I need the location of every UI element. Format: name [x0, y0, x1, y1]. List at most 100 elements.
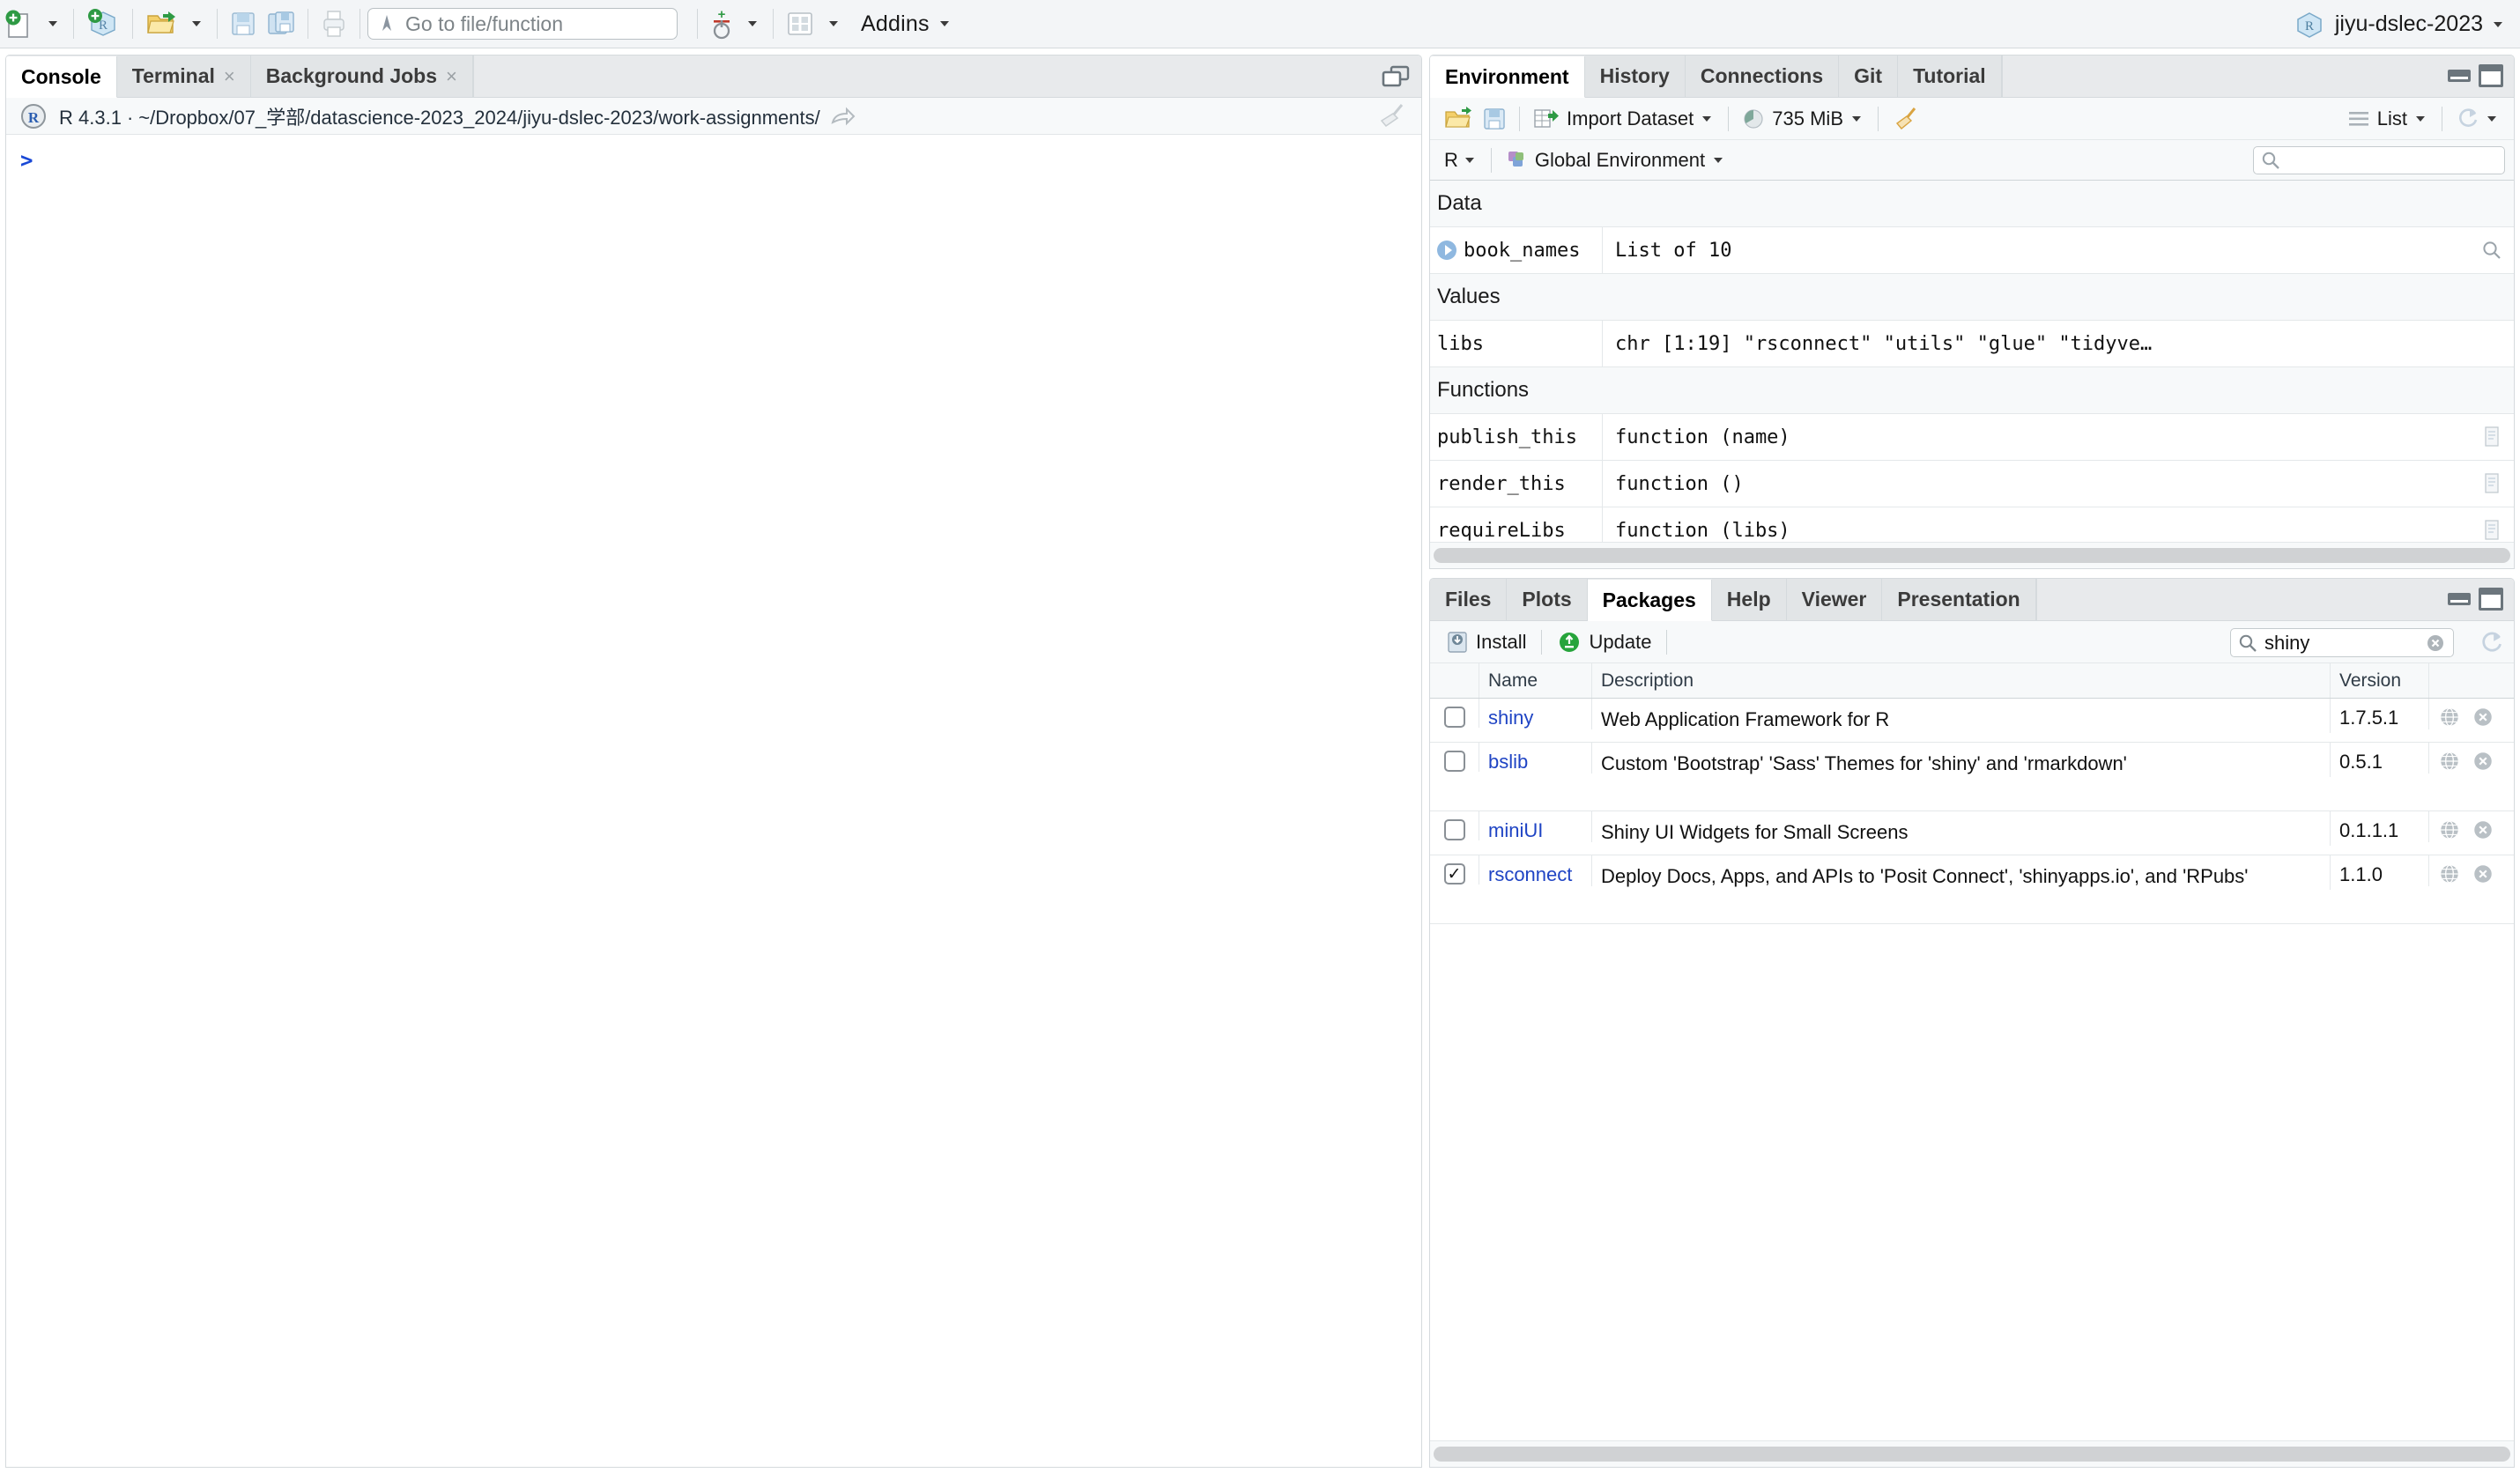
tab-plots[interactable]: Plots: [1507, 579, 1587, 620]
save-all-button[interactable]: [262, 4, 300, 44]
tab-environment-label: Environment: [1445, 65, 1569, 89]
language-selector[interactable]: R: [1439, 143, 1483, 178]
package-checkbox[interactable]: [1444, 707, 1465, 728]
table-row[interactable]: miniUI Shiny UI Widgets for Small Screen…: [1430, 811, 2514, 855]
tab-history[interactable]: History: [1585, 56, 1686, 97]
r-logo-icon: R: [20, 103, 47, 130]
package-checkbox[interactable]: [1444, 819, 1465, 840]
addins-button[interactable]: Addins: [847, 4, 958, 44]
tab-tutorial[interactable]: Tutorial: [1898, 56, 2002, 97]
memory-usage-button[interactable]: 735 MiB: [1737, 101, 1870, 137]
goto-file-function-placeholder: Go to file/function: [405, 12, 563, 36]
save-button[interactable]: [225, 4, 262, 44]
expand-icon[interactable]: [1437, 241, 1456, 260]
toolbar-group-file: R: [0, 0, 367, 48]
env-row-name-cell: libs: [1430, 321, 1603, 366]
workspace-panes-dropdown[interactable]: [819, 4, 847, 44]
workspace-panes-button[interactable]: [781, 4, 819, 44]
packages-search-input[interactable]: shiny: [2230, 628, 2454, 657]
maximize-icon[interactable]: [2479, 588, 2503, 611]
packages-horizontal-scrollbar[interactable]: [1430, 1440, 2514, 1467]
update-packages-button[interactable]: Update: [1550, 625, 1658, 660]
tab-console[interactable]: Console: [6, 56, 117, 98]
tab-git[interactable]: Git: [1839, 56, 1898, 97]
print-icon: [321, 10, 347, 38]
scrollbar-thumb[interactable]: [1434, 548, 2510, 563]
scrollbar-thumb[interactable]: [1434, 1447, 2510, 1462]
save-workspace-button[interactable]: [1478, 101, 1511, 137]
tab-viewer[interactable]: Viewer: [1787, 579, 1883, 620]
remove-package-icon[interactable]: [2472, 750, 2494, 773]
install-packages-button[interactable]: Install: [1439, 625, 1533, 660]
chevron-down-icon: [2416, 116, 2425, 122]
addins-sources-button[interactable]: +: [705, 4, 738, 44]
addins-sources-dropdown[interactable]: [738, 4, 766, 44]
globe-icon[interactable]: [2438, 862, 2461, 885]
load-workspace-button[interactable]: [1439, 101, 1478, 137]
globe-icon[interactable]: [2438, 818, 2461, 841]
env-group-title: Data: [1437, 191, 1482, 216]
package-checkbox[interactable]: ✓: [1444, 863, 1465, 885]
env-row-action[interactable]: [2470, 227, 2514, 273]
clear-objects-button[interactable]: [1886, 101, 1923, 137]
tab-files[interactable]: Files: [1430, 579, 1507, 620]
package-description-cell: Custom 'Bootstrap' 'Sass' Themes for 'sh…: [1592, 743, 2331, 777]
share-arrow-icon[interactable]: [831, 106, 856, 127]
new-file-button[interactable]: [0, 4, 39, 44]
package-name-link[interactable]: shiny: [1488, 707, 1533, 729]
tab-packages[interactable]: Packages: [1588, 580, 1712, 621]
package-name-link[interactable]: rsconnect: [1488, 863, 1572, 886]
goto-file-function-input[interactable]: Go to file/function: [367, 8, 678, 40]
close-icon[interactable]: ×: [224, 65, 235, 88]
package-checkbox[interactable]: [1444, 751, 1465, 772]
column-header-actions: [2429, 663, 2514, 698]
globe-icon[interactable]: [2438, 750, 2461, 773]
tab-presentation[interactable]: Presentation: [1882, 579, 2035, 620]
open-file-dropdown[interactable]: [182, 4, 210, 44]
chevron-down-icon: [1702, 116, 1711, 122]
env-row-action[interactable]: [2470, 461, 2514, 507]
print-button[interactable]: [315, 4, 352, 44]
env-row-libs[interactable]: libs chr [1:19] "rsconnect" "utils" "glu…: [1430, 321, 2514, 367]
tab-environment[interactable]: Environment: [1430, 56, 1585, 98]
tab-background-jobs[interactable]: Background Jobs ×: [251, 56, 473, 97]
env-row-render_this[interactable]: render_this function (): [1430, 461, 2514, 507]
package-name-link[interactable]: miniUI: [1488, 819, 1543, 842]
package-name-link[interactable]: bslib: [1488, 751, 1528, 774]
environment-horizontal-scrollbar[interactable]: [1430, 542, 2514, 568]
new-file-dropdown[interactable]: [39, 4, 66, 44]
open-file-button[interactable]: [140, 4, 182, 44]
refresh-packages-button[interactable]: [2479, 630, 2505, 661]
close-icon[interactable]: ×: [446, 65, 457, 88]
minimize-icon[interactable]: [2448, 70, 2471, 82]
table-row[interactable]: shiny Web Application Framework for R 1.…: [1430, 699, 2514, 743]
clear-icon[interactable]: [2425, 633, 2446, 654]
tab-terminal[interactable]: Terminal ×: [117, 56, 251, 97]
import-dataset-button[interactable]: Import Dataset: [1528, 101, 1720, 137]
project-selector[interactable]: R jiyu-dslec-2023: [2294, 0, 2506, 48]
env-row-book_names[interactable]: book_names List of 10: [1430, 227, 2514, 274]
tab-help[interactable]: Help: [1712, 579, 1787, 620]
table-row[interactable]: ✓ rsconnect Deploy Docs, Apps, and APIs …: [1430, 855, 2514, 924]
new-project-button[interactable]: R: [81, 4, 125, 44]
environment-selector[interactable]: Global Environment: [1500, 143, 1731, 178]
remove-package-icon[interactable]: [2472, 862, 2494, 885]
console-output-area[interactable]: >: [6, 136, 1421, 1467]
env-row-action[interactable]: [2470, 414, 2514, 460]
broom-icon[interactable]: [1375, 103, 1407, 130]
open-in-new-window-icon[interactable]: [1381, 64, 1411, 89]
new-file-icon: [5, 9, 33, 39]
remove-package-icon[interactable]: [2472, 706, 2494, 729]
tab-connections[interactable]: Connections: [1686, 56, 1839, 97]
maximize-icon[interactable]: [2479, 64, 2503, 87]
refresh-environment-button[interactable]: [2450, 101, 2505, 137]
env-object-value: List of 10: [1603, 227, 2470, 273]
environment-search-input[interactable]: [2253, 146, 2505, 174]
remove-package-icon[interactable]: [2472, 818, 2494, 841]
view-mode-button[interactable]: List: [2342, 101, 2434, 137]
globe-icon[interactable]: [2438, 706, 2461, 729]
table-row[interactable]: bslib Custom 'Bootstrap' 'Sass' Themes f…: [1430, 743, 2514, 811]
tab-help-label: Help: [1727, 588, 1771, 611]
minimize-icon[interactable]: [2448, 593, 2471, 605]
env-row-publish_this[interactable]: publish_this function (name): [1430, 414, 2514, 461]
